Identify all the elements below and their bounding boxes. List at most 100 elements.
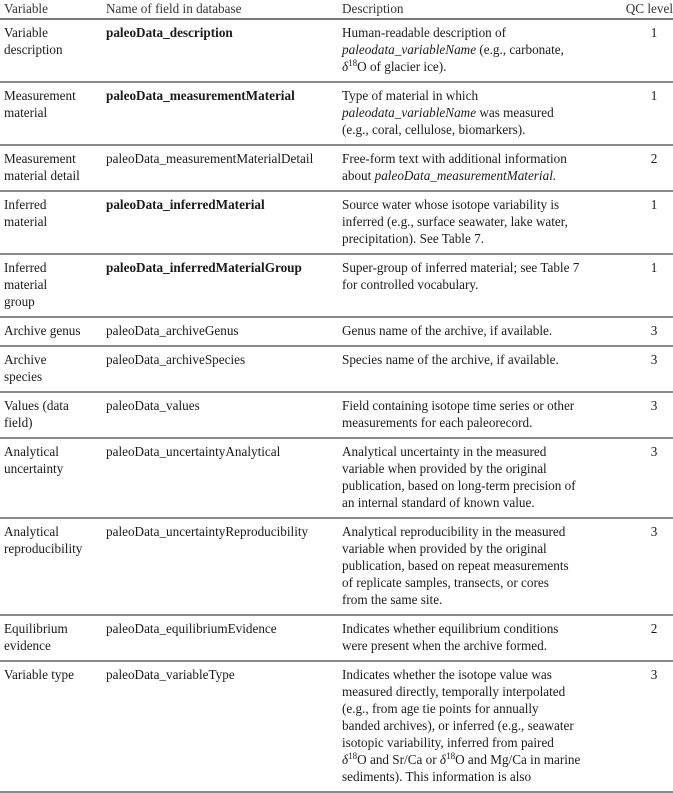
cell-variable: Archive species: [0, 346, 102, 392]
cell-field-name: paleoData_uncertaintyAnalytical: [102, 438, 338, 518]
variable-text: material: [4, 277, 48, 292]
paleodata-fields-table: Variable Name of field in database Descr…: [0, 0, 673, 793]
table-row: Archive genus paleoData_archiveGenus Genus…: [0, 317, 673, 346]
cell-field-name: paleoData_archiveGenus: [102, 317, 338, 346]
cell-variable: Values (data field): [0, 392, 102, 438]
cell-field-name: paleoData_measurementMaterial: [102, 82, 338, 145]
cell-variable: Inferred material: [0, 191, 102, 254]
table-row: Inferred material group paleoData_inferredM…: [0, 254, 673, 317]
cell-qc-level: 3: [650, 524, 658, 539]
cell-description: Source water whose isotope variability i…: [338, 191, 625, 254]
variable-text: Measurement: [4, 151, 76, 166]
variable-text: Analytical: [4, 444, 59, 459]
superscript-text: 18: [348, 751, 358, 761]
field-name-text: paleoData_description: [106, 25, 233, 40]
field-name-text: paleoData_inferredMaterial: [106, 197, 265, 212]
description-text: inferred (e.g., surface seawater, lake w…: [342, 214, 568, 229]
description-text: (e.g., from age tie points for annually: [342, 701, 539, 716]
variable-text: evidence: [4, 638, 51, 653]
description-text: paleodata_variableName: [342, 42, 477, 57]
superscript-text: 18: [446, 751, 456, 761]
field-name-text: paleoData_inferredMaterialGroup: [106, 260, 302, 275]
variable-text: material: [4, 214, 48, 229]
description-text: Source water whose isotope variability i…: [342, 197, 560, 212]
description-text: measurements for each paleorecord.: [342, 415, 533, 430]
cell-description: Species name of the archive, if availabl…: [338, 346, 625, 392]
table-row: Analytical uncertainty paleoData_uncertain…: [0, 438, 673, 518]
cell-field-name: paleoData_archiveSpecies: [102, 346, 338, 392]
field-name-text: paleoData_values: [106, 398, 200, 413]
cell-qc-level: 2: [650, 621, 658, 636]
variable-text: Values (data: [4, 398, 69, 413]
table-row: Inferred material paleoData_inferredMateri…: [0, 191, 673, 254]
cell-description: Field containing isotope time series or …: [338, 392, 625, 438]
description-text: Indicates whether equilibrium conditions: [342, 621, 559, 636]
description-text: for controlled vocabulary.: [342, 277, 479, 292]
description-text: precipitation). See Table 7.: [342, 231, 485, 246]
field-name-text: paleoData_uncertaintyAnalytical: [106, 444, 281, 459]
description-text: paleoData_measurementMaterial.: [374, 168, 557, 183]
cell-variable: Variable type: [0, 661, 102, 792]
description-text: Type of material in which: [342, 88, 479, 103]
cell-description: Indicates whether equilibrium conditions…: [338, 615, 625, 661]
description-text: publication, based on long-term precisio…: [342, 478, 576, 493]
cell-qc-level: 1: [650, 25, 658, 40]
cell-qc-level: 1: [650, 88, 658, 103]
table-row: Measurement material paleoData_measurement…: [0, 82, 673, 145]
cell-qc-level: 3: [650, 323, 658, 338]
cell-field-name: paleoData_measurementMaterialDetail: [102, 145, 338, 191]
table-row: Equilibrium evidence paleoData_equilibrium…: [0, 615, 673, 661]
cell-variable: Variable description: [0, 19, 102, 82]
description-text: Field containing isotope time series or …: [342, 398, 575, 413]
table-row: Values (data field) paleoData_values Field …: [0, 392, 673, 438]
cell-qc-level: 1: [650, 260, 658, 275]
variable-text: reproducibility: [4, 541, 83, 556]
cell-description: Type of material in which paleodata_varia…: [338, 82, 625, 145]
description-text: Super-group of inferred material; see Ta…: [342, 260, 580, 275]
header-description: Description: [342, 1, 404, 16]
description-text: an internal standard of known value.: [342, 495, 535, 510]
cell-description: Human-readable description of paleodata_v…: [338, 19, 625, 82]
cell-variable: Measurement material detail: [0, 145, 102, 191]
description-text: measured directly, temporally interpolat…: [342, 684, 566, 699]
description-text: O and Mg/Ca in marine: [455, 752, 581, 767]
variable-text: Variable: [4, 25, 48, 40]
cell-field-name: paleoData_equilibriumEvidence: [102, 615, 338, 661]
description-text: of replicate samples, transects, or core…: [342, 575, 549, 590]
description-text: variable when provided by the original: [342, 541, 547, 556]
description-text: Indicates whether the isotope value was: [342, 667, 552, 682]
field-name-text: paleoData_uncertaintyReproducibility: [106, 524, 309, 539]
description-text: variable when provided by the original: [342, 461, 547, 476]
field-name-text: paleoData_measurementMaterialDetail: [106, 151, 314, 166]
header-qc-level: QC level: [625, 1, 673, 16]
variable-text: description: [4, 42, 63, 57]
description-text: Analytical reproducibility in the measur…: [342, 524, 566, 539]
variable-text: species: [4, 369, 43, 384]
table-row: Measurement material detail paleoData_meas…: [0, 145, 673, 191]
cell-description: Analytical reproducibility in the measur…: [338, 518, 625, 615]
description-text: Free-form text with additional informati…: [342, 151, 567, 166]
cell-variable: Measurement material: [0, 82, 102, 145]
field-name-text: paleoData_archiveGenus: [106, 323, 239, 338]
field-name-text: paleoData_archiveSpecies: [106, 352, 246, 367]
cell-description: Genus name of the archive, if available.: [338, 317, 625, 346]
variable-text: Analytical: [4, 524, 59, 539]
variable-text: Archive: [4, 352, 47, 367]
description-text: publication, based on repeat measurement…: [342, 558, 569, 573]
cell-field-name: paleoData_variableType: [102, 661, 338, 792]
variable-text: material: [4, 105, 48, 120]
description-text: isotopic variability, inferred from pair…: [342, 735, 554, 750]
table-row: Variable type paleoData_variableType Indic…: [0, 661, 673, 792]
description-text: Species name of the archive, if availabl…: [342, 352, 559, 367]
cell-variable: Archive genus: [0, 317, 102, 346]
description-text: Genus name of the archive, if available.: [342, 323, 553, 338]
variable-text: Inferred: [4, 260, 47, 275]
cell-variable: Inferred material group: [0, 254, 102, 317]
cell-qc-level: 3: [650, 398, 658, 413]
header-variable: Variable: [4, 1, 48, 16]
description-text: O of glacier ice).: [357, 59, 447, 74]
variable-text: group: [4, 294, 35, 309]
variable-text: material detail: [4, 168, 80, 183]
cell-qc-level: 3: [650, 444, 658, 459]
description-text: (e.g., carbonate,: [476, 42, 564, 57]
